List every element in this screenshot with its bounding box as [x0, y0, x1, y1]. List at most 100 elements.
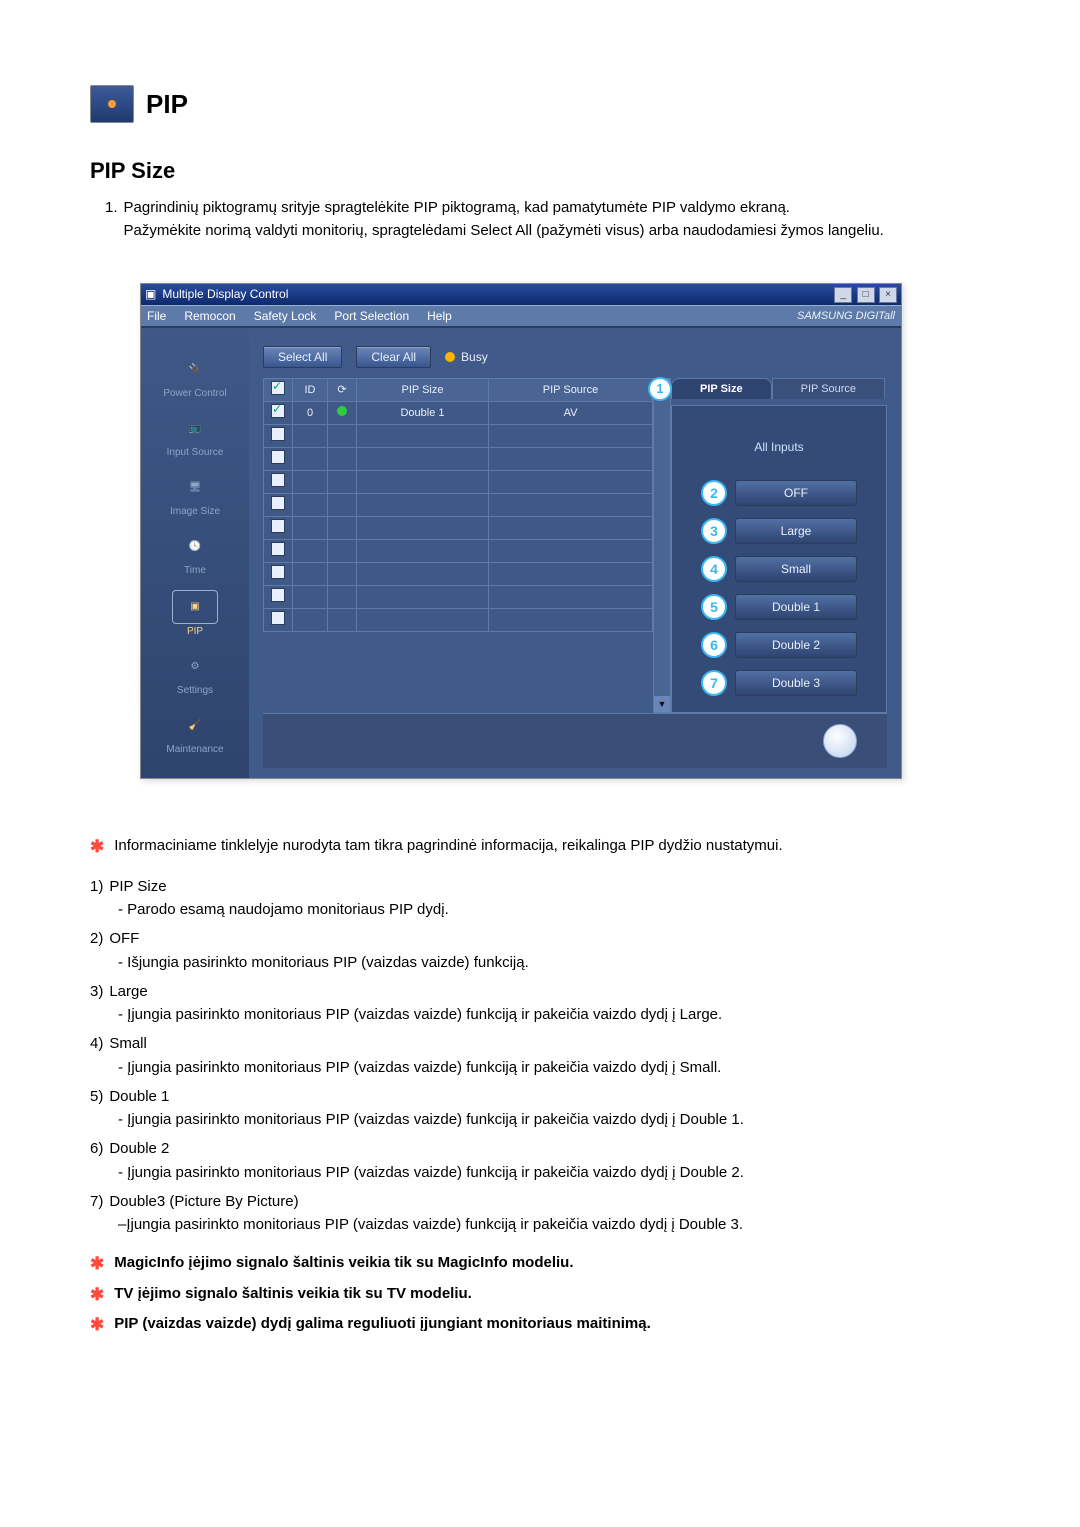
menu-safety-lock[interactable]: Safety Lock — [254, 309, 317, 323]
row-checkbox[interactable] — [271, 588, 285, 602]
intro-line-1: Pagrindinių piktogramų srityje spragtelė… — [124, 196, 884, 219]
item-hdr: Small — [109, 1032, 147, 1055]
tab-pip-source[interactable]: PIP Source — [772, 378, 885, 399]
note-3: PIP (vaizdas vaizde) dydį galima reguliu… — [114, 1312, 651, 1338]
section-title: PIP Size — [90, 158, 990, 184]
table-row[interactable] — [264, 516, 653, 539]
item-sub: –Įjungia pasirinkto monitoriaus PIP (vai… — [118, 1213, 743, 1236]
menu-file[interactable]: File — [147, 309, 166, 323]
item-sub: - Įjungia pasirinkto monitoriaus PIP (va… — [118, 1161, 744, 1184]
sidebar-item-label: Image Size — [150, 506, 240, 517]
clear-all-button[interactable]: Clear All — [356, 346, 431, 368]
row-checkbox[interactable] — [271, 473, 285, 487]
callout-6: 6 — [701, 632, 727, 658]
row-checkbox[interactable] — [271, 450, 285, 464]
option-double3-button[interactable]: Double 3 — [735, 670, 857, 696]
item-hdr: OFF — [109, 927, 139, 950]
intro-number: 1. — [105, 196, 118, 243]
numbered-list: 1)PIP Size - Parodo esamą naudojamo moni… — [90, 875, 990, 1237]
power-icon: 🔌 — [173, 354, 217, 386]
cell-id: 0 — [293, 401, 328, 424]
row-checkbox[interactable] — [271, 542, 285, 556]
sidebar-item-label: PIP — [150, 626, 240, 637]
brand-label: SAMSUNG DIGITall — [797, 310, 895, 322]
minimize-button[interactable]: _ — [834, 287, 852, 303]
row-checkbox[interactable] — [271, 519, 285, 533]
table-row[interactable]: 0 Double 1 AV — [264, 401, 653, 424]
table-row[interactable] — [264, 539, 653, 562]
input-source-icon: 📺 — [173, 413, 217, 445]
row-checkbox[interactable] — [271, 611, 285, 625]
col-status-icon: ⟳ — [328, 378, 357, 401]
item-hdr: Double3 (Picture By Picture) — [109, 1190, 298, 1213]
page-title: PIP — [146, 89, 188, 120]
cell-pip-source: AV — [488, 401, 652, 424]
sidebar-item-settings[interactable]: ⚙ Settings — [150, 651, 240, 696]
row-checkbox[interactable] — [271, 427, 285, 441]
table-row[interactable] — [264, 424, 653, 447]
option-double1-button[interactable]: Double 1 — [735, 594, 857, 620]
callout-2: 2 — [701, 480, 727, 506]
intro-line-2: Pažymėkite norimą valdyti monitorių, spr… — [124, 219, 884, 242]
row-checkbox[interactable] — [271, 496, 285, 510]
item-sub: - Įjungia pasirinkto monitoriaus PIP (va… — [118, 1056, 721, 1079]
sidebar: 🔌 Power Control 📺 Input Source 🖥 Image S… — [141, 328, 249, 778]
option-large-button[interactable]: Large — [735, 518, 857, 544]
menu-port-selection[interactable]: Port Selection — [334, 309, 409, 323]
busy-indicator: Busy — [445, 350, 488, 364]
star-icon: ✱ — [90, 1251, 104, 1277]
item-num: 1) — [90, 875, 103, 898]
header-checkbox[interactable] — [271, 381, 285, 395]
option-double2-button[interactable]: Double 2 — [735, 632, 857, 658]
option-off-button[interactable]: OFF — [735, 480, 857, 506]
sidebar-item-power-control[interactable]: 🔌 Power Control — [150, 354, 240, 399]
image-size-icon: 🖥 — [173, 472, 217, 504]
sidebar-item-maintenance[interactable]: 🧹 Maintenance — [150, 710, 240, 755]
callout-1: 1 — [648, 377, 672, 401]
sidebar-item-image-size[interactable]: 🖥 Image Size — [150, 472, 240, 517]
menu-help[interactable]: Help — [427, 309, 452, 323]
select-all-button[interactable]: Select All — [263, 346, 342, 368]
item-hdr: Large — [109, 980, 147, 1003]
sidebar-item-input-source[interactable]: 📺 Input Source — [150, 413, 240, 458]
menu-remocon[interactable]: Remocon — [184, 309, 235, 323]
sidebar-item-pip[interactable]: ▣ PIP — [150, 590, 240, 637]
col-pip-source: PIP Source — [488, 378, 652, 401]
table-row[interactable] — [264, 470, 653, 493]
pip-title-icon — [90, 85, 134, 123]
table-row[interactable] — [264, 608, 653, 631]
busy-dot-icon — [445, 352, 455, 362]
item-num: 7) — [90, 1190, 103, 1213]
item-sub: - Įjungia pasirinkto monitoriaus PIP (va… — [118, 1108, 744, 1131]
info-star-text: Informaciniame tinklelyje nurodyta tam t… — [114, 834, 782, 860]
grid-scrollbar[interactable]: ▲ ▼ — [653, 378, 671, 713]
table-row[interactable] — [264, 493, 653, 516]
close-button[interactable]: × — [879, 287, 897, 303]
col-id: ID — [293, 378, 328, 401]
table-row[interactable] — [264, 447, 653, 470]
tab-pip-size[interactable]: 1 PIP Size — [671, 378, 772, 399]
option-small-button[interactable]: Small — [735, 556, 857, 582]
maximize-button[interactable]: □ — [857, 287, 875, 303]
row-checkbox[interactable] — [271, 565, 285, 579]
star-icon: ✱ — [90, 1312, 104, 1338]
sidebar-item-label: Power Control — [150, 388, 240, 399]
intro-block: 1. Pagrindinių piktogramų srityje spragt… — [90, 196, 990, 243]
window-title: Multiple Display Control — [162, 287, 288, 301]
star-icon: ✱ — [90, 834, 104, 860]
item-hdr: Double 1 — [109, 1085, 169, 1108]
item-num: 6) — [90, 1137, 103, 1160]
row-checkbox[interactable] — [271, 404, 285, 418]
sidebar-item-label: Maintenance — [150, 744, 240, 755]
item-num: 5) — [90, 1085, 103, 1108]
item-num: 4) — [90, 1032, 103, 1055]
scroll-down-icon[interactable]: ▼ — [654, 696, 670, 712]
table-row[interactable] — [264, 562, 653, 585]
table-row[interactable] — [264, 585, 653, 608]
tab-label: PIP Size — [700, 383, 743, 395]
sidebar-item-label: Time — [150, 565, 240, 576]
maintenance-icon: 🧹 — [173, 710, 217, 742]
note-1: MagicInfo įėjimo signalo šaltinis veikia… — [114, 1251, 573, 1277]
sidebar-item-time[interactable]: 🕓 Time — [150, 531, 240, 576]
cell-pip-size: Double 1 — [357, 401, 489, 424]
